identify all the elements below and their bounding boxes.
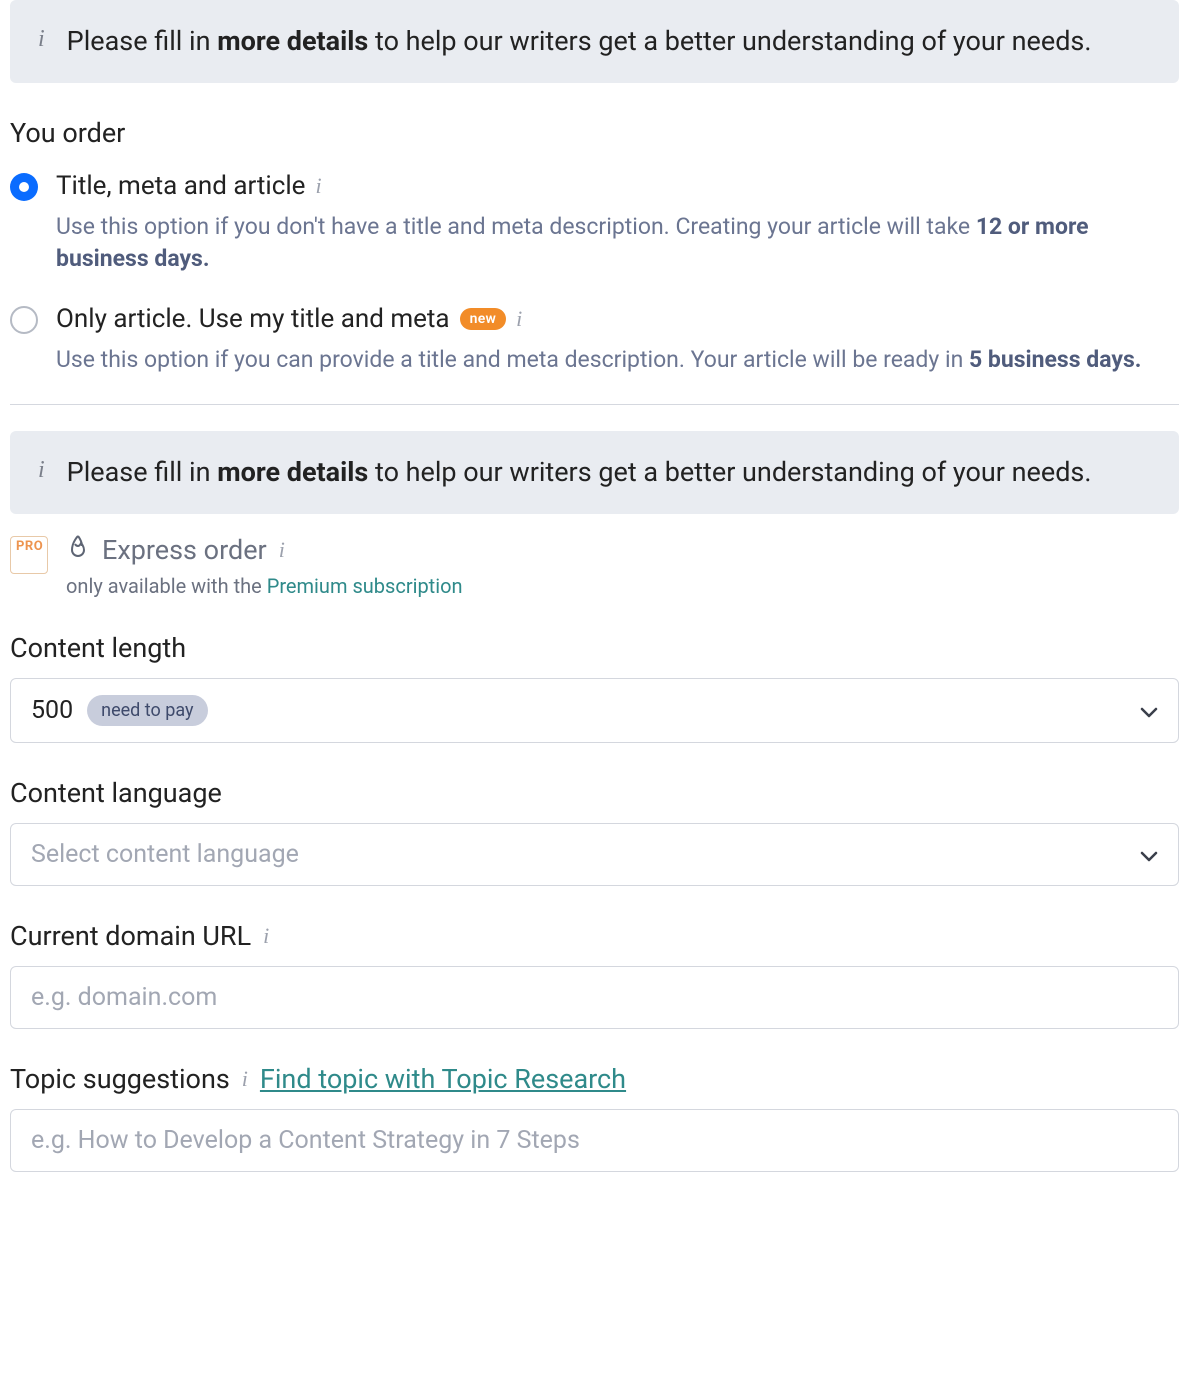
new-badge: new bbox=[460, 308, 507, 330]
content-language-placeholder: Select content language bbox=[31, 840, 299, 869]
chevron-down-icon bbox=[1140, 840, 1158, 869]
express-order-row: PRO Express order i only available with … bbox=[10, 534, 1179, 598]
content-length-select[interactable]: 500 need to pay bbox=[10, 678, 1179, 743]
radio-description: Use this option if you don't have a titl… bbox=[56, 211, 1179, 275]
topic-suggestions-label: Topic suggestions i Find topic with Topi… bbox=[10, 1063, 1179, 1095]
pro-badge: PRO bbox=[10, 536, 48, 574]
premium-subscription-link[interactable]: Premium subscription bbox=[267, 574, 463, 598]
you-order-heading: You order bbox=[10, 117, 1179, 149]
domain-url-placeholder: e.g. domain.com bbox=[31, 983, 217, 1012]
content-language-select[interactable]: Select content language bbox=[10, 823, 1179, 886]
info-icon[interactable]: i bbox=[242, 1066, 248, 1092]
flame-icon bbox=[66, 534, 90, 566]
info-icon: i bbox=[38, 453, 45, 484]
radio-description: Use this option if you can provide a tit… bbox=[56, 344, 1179, 376]
order-option-title-meta-article[interactable]: Title, meta and article i bbox=[10, 171, 1179, 201]
content-length-label: Content length bbox=[10, 632, 1179, 664]
express-order-subtitle: only available with the Premium subscrip… bbox=[66, 574, 463, 598]
info-banner: i Please fill in more details to help ou… bbox=[10, 431, 1179, 514]
info-icon[interactable]: i bbox=[315, 173, 321, 199]
order-option-only-article[interactable]: Only article. Use my title and meta new … bbox=[10, 304, 1179, 334]
info-icon[interactable]: i bbox=[263, 923, 269, 949]
need-to-pay-pill: need to pay bbox=[87, 695, 207, 726]
radio-label: Title, meta and article bbox=[56, 171, 305, 201]
topic-placeholder: e.g. How to Develop a Content Strategy i… bbox=[31, 1126, 580, 1155]
radio-button[interactable] bbox=[10, 173, 38, 201]
domain-url-label: Current domain URL i bbox=[10, 920, 1179, 952]
info-banner: i Please fill in more details to help ou… bbox=[10, 0, 1179, 83]
content-language-label: Content language bbox=[10, 777, 1179, 809]
express-order-title: Express order bbox=[102, 534, 267, 566]
info-icon: i bbox=[38, 22, 45, 53]
find-topic-link[interactable]: Find topic with Topic Research bbox=[260, 1063, 626, 1095]
topic-suggestions-input[interactable]: e.g. How to Develop a Content Strategy i… bbox=[10, 1109, 1179, 1172]
info-icon[interactable]: i bbox=[279, 537, 285, 563]
content-length-value: 500 bbox=[31, 696, 73, 725]
domain-url-input[interactable]: e.g. domain.com bbox=[10, 966, 1179, 1029]
banner-text: Please fill in more details to help our … bbox=[67, 453, 1092, 492]
banner-text: Please fill in more details to help our … bbox=[67, 22, 1092, 61]
radio-button[interactable] bbox=[10, 306, 38, 334]
radio-label: Only article. Use my title and meta bbox=[56, 304, 450, 334]
info-icon[interactable]: i bbox=[516, 306, 522, 332]
divider bbox=[10, 404, 1179, 405]
chevron-down-icon bbox=[1140, 696, 1158, 725]
